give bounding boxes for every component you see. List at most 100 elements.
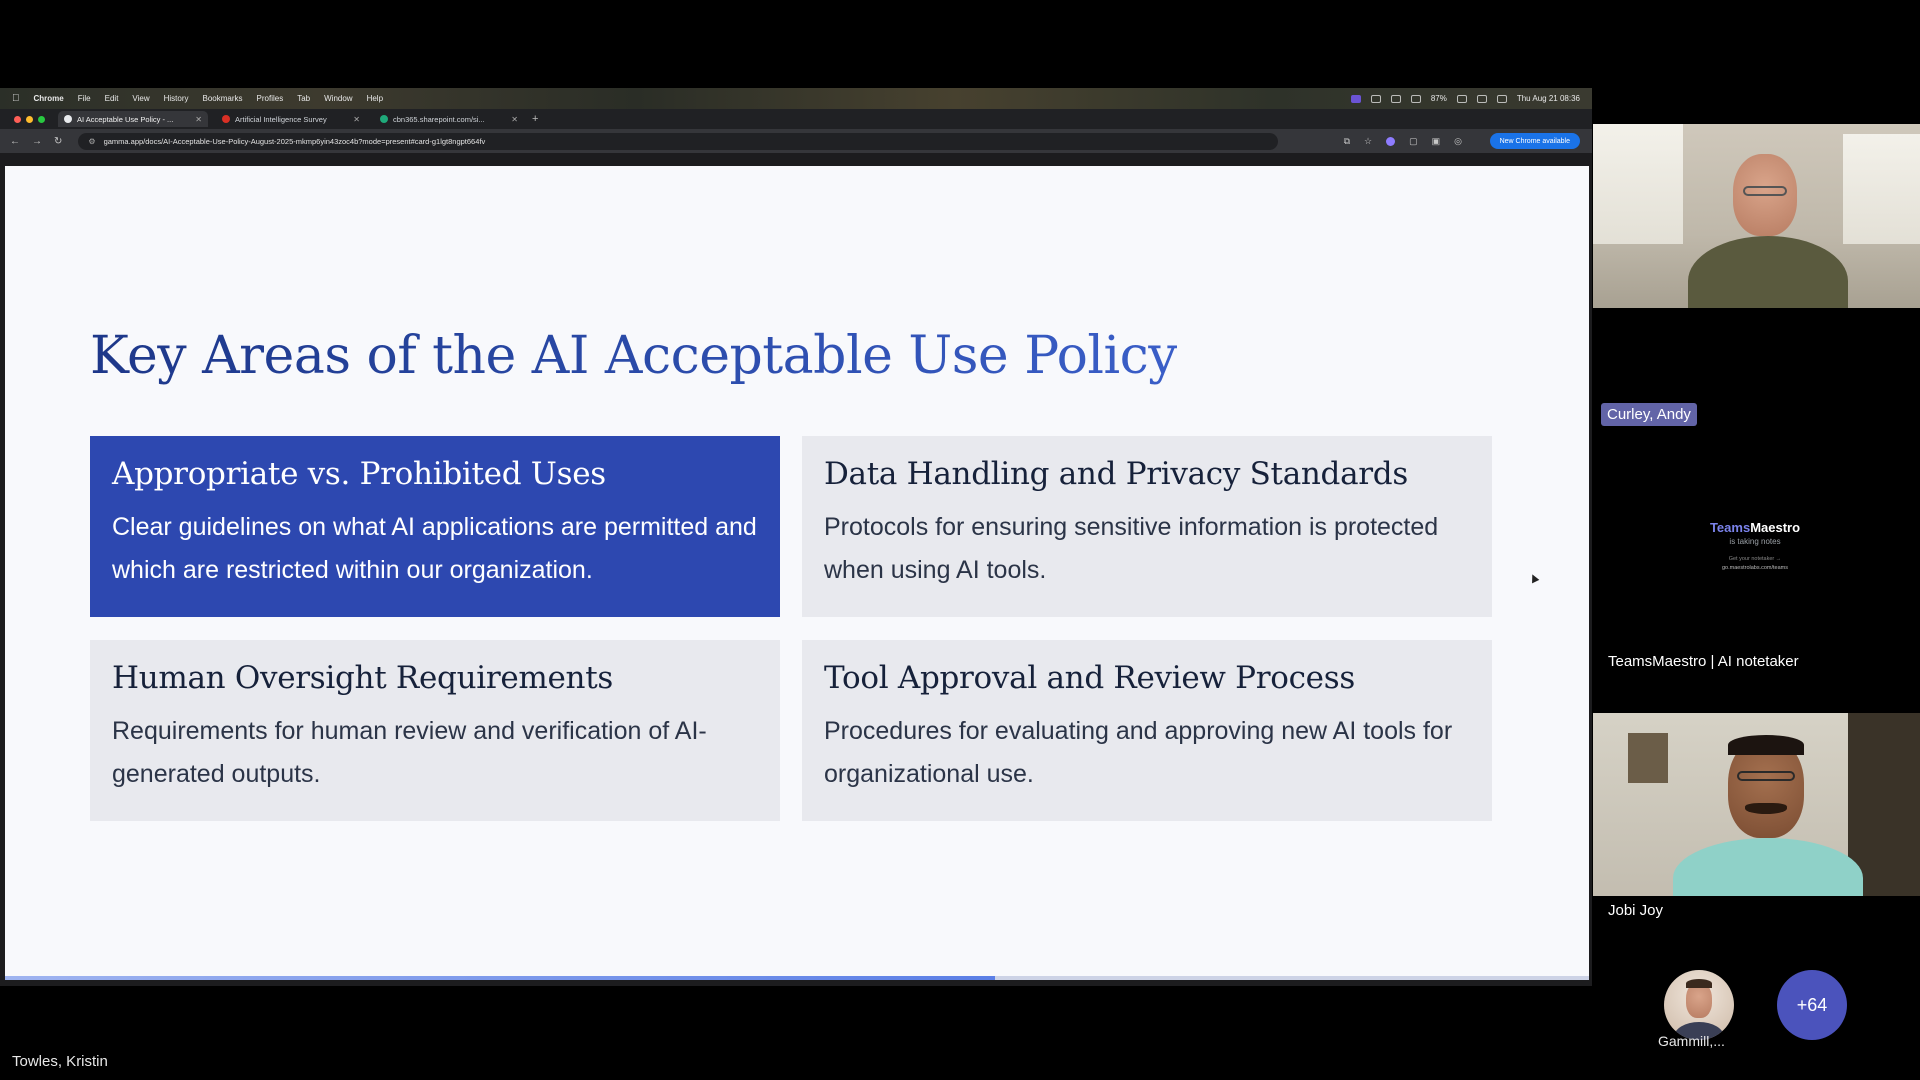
tab-close-icon[interactable]: ✕ <box>511 115 518 124</box>
address-bar[interactable]: ⚙ gamma.app/docs/AI-Acceptable-Use-Polic… <box>78 132 1279 150</box>
battery-percent: 87% <box>1430 94 1447 103</box>
mouse-cursor-icon <box>1528 572 1540 584</box>
new-tab-icon[interactable]: + <box>532 113 538 125</box>
back-arrow-icon[interactable]: ← <box>10 136 20 147</box>
close-window-button[interactable] <box>14 115 21 123</box>
menu-edit[interactable]: Edit <box>105 94 119 103</box>
chrome-update-label: New Chrome available <box>1499 137 1570 145</box>
browser-tab-survey[interactable]: Artificial Intelligence Survey ✕ <box>216 111 366 127</box>
volume-icon[interactable] <box>1410 94 1421 103</box>
background-window <box>1593 124 1683 244</box>
forward-arrow-icon[interactable]: → <box>32 136 42 147</box>
menu-view[interactable]: View <box>132 94 149 103</box>
screen-share-icon[interactable] <box>1350 94 1361 103</box>
mac-menu-bar:  Chrome File Edit View History Bookmark… <box>0 88 1592 109</box>
tab-label: cbn365.sharepoint.com/si... <box>393 114 485 124</box>
person-body <box>1673 838 1863 896</box>
card-heading: Tool Approval and Review Process <box>824 660 1355 696</box>
browser-tab-policy[interactable]: AI Acceptable Use Policy - ... ✕ <box>58 111 208 127</box>
extension-profile-icon[interactable] <box>1386 136 1396 146</box>
display-icon[interactable] <box>1390 94 1401 103</box>
presentation-slide: Key Areas of the AI Acceptable Use Polic… <box>5 166 1589 980</box>
card-human-oversight: Human Oversight Requirements Requirement… <box>90 640 780 821</box>
slide-progress-fill <box>5 976 995 980</box>
card-body: Protocols for ensuring sensitive informa… <box>824 513 1439 584</box>
notetaker-subtitle: is taking notes <box>1729 537 1781 546</box>
tab-label: Artificial Intelligence Survey <box>235 114 327 124</box>
brand-part-a: Teams <box>1709 520 1751 535</box>
menu-tab[interactable]: Tab <box>297 94 310 103</box>
participant-avatar-gammill[interactable] <box>1664 970 1734 1040</box>
spotlight-search-icon[interactable] <box>1496 94 1507 103</box>
glasses <box>1737 771 1795 781</box>
participant-name-gammill: Gammill,... <box>1658 1033 1725 1049</box>
menu-bar-tray: 87% Thu Aug 21 08:36 <box>1350 88 1580 109</box>
hair <box>1728 735 1804 755</box>
side-panel-icon[interactable]: ▣ <box>1432 136 1441 147</box>
menu-bar-clock[interactable]: Thu Aug 21 08:36 <box>1517 94 1580 103</box>
background-window <box>1843 134 1920 244</box>
video-tile-andy[interactable] <box>1593 124 1920 308</box>
notetaker-link[interactable]: go.maestrolabs.com/teams <box>1660 565 1850 571</box>
site-info-icon[interactable]: ⚙ <box>88 137 95 146</box>
gamma-favicon-icon <box>64 115 72 123</box>
menu-help[interactable]: Help <box>367 94 383 103</box>
glasses <box>1743 186 1787 196</box>
card-heading: Human Oversight Requirements <box>112 660 613 696</box>
notetaker-tile[interactable]: TeamsMaestro is taking notes Get your no… <box>1660 520 1850 571</box>
mustache <box>1745 803 1787 814</box>
card-appropriate-uses: Appropriate vs. Prohibited Uses Clear gu… <box>90 436 780 617</box>
card-body: Requirements for human review and verifi… <box>112 717 707 788</box>
menu-window[interactable]: Window <box>324 94 352 103</box>
menu-app-name[interactable]: Chrome <box>34 94 64 103</box>
forms-favicon-icon <box>222 115 230 123</box>
apple-icon[interactable]:  <box>12 93 20 104</box>
notetaker-line: Get your notetaker → <box>1728 556 1782 562</box>
more-participants-count: +64 <box>1796 994 1828 1015</box>
menu-history[interactable]: History <box>164 94 189 103</box>
wifi-icon[interactable] <box>1476 94 1487 103</box>
browser-toolbar: ← → ↻ ⚙ gamma.app/docs/AI-Acceptable-Use… <box>0 129 1592 153</box>
card-heading: Appropriate vs. Prohibited Uses <box>112 456 606 492</box>
tab-close-icon[interactable]: ✕ <box>195 115 202 124</box>
slide-progress-bar[interactable] <box>5 976 1589 980</box>
notetaker-brand: TeamsMaestro <box>1660 520 1850 535</box>
presenter-name: Towles, Kristin <box>12 1053 108 1070</box>
person-body <box>1688 236 1848 308</box>
tab-close-icon[interactable]: ✕ <box>353 115 360 124</box>
menu-file[interactable]: File <box>78 94 91 103</box>
reload-icon[interactable]: ↻ <box>54 136 62 147</box>
extension-icon[interactable] <box>1370 94 1381 103</box>
tab-label: AI Acceptable Use Policy - ... <box>77 114 174 124</box>
slide-title: Key Areas of the AI Acceptable Use Polic… <box>90 326 1178 386</box>
card-body: Clear guidelines on what AI applications… <box>112 513 757 584</box>
toolbar-actions: ⧉ ☆ ▢ ▣ ◎ <box>1344 129 1462 153</box>
participant-name-andy: Curley, Andy <box>1601 403 1697 426</box>
card-data-handling: Data Handling and Privacy Standards Prot… <box>802 436 1492 617</box>
profile-avatar-icon[interactable]: ◎ <box>1454 136 1462 147</box>
browser-tab-sharepoint[interactable]: cbn365.sharepoint.com/si... ✕ <box>374 111 524 127</box>
participant-name-jobi: Jobi Joy <box>1608 902 1664 919</box>
sharepoint-favicon-icon <box>380 115 388 123</box>
shared-screen:  Chrome File Edit View History Bookmark… <box>0 88 1592 986</box>
video-tile-jobi[interactable] <box>1593 713 1920 896</box>
chrome-update-button[interactable]: New Chrome available <box>1489 133 1580 149</box>
card-tool-approval: Tool Approval and Review Process Procedu… <box>802 640 1492 821</box>
bookmark-star-icon[interactable]: ☆ <box>1364 136 1372 147</box>
card-heading: Data Handling and Privacy Standards <box>824 456 1408 492</box>
address-bar-url: gamma.app/docs/AI-Acceptable-Use-Policy-… <box>103 136 486 146</box>
participant-name-notetaker: TeamsMaestro | AI notetaker <box>1608 653 1799 670</box>
browser-tab-strip: AI Acceptable Use Policy - ... ✕ Artific… <box>0 109 1592 129</box>
install-app-icon[interactable]: ⧉ <box>1344 136 1350 147</box>
more-participants-button[interactable]: +64 <box>1777 970 1847 1040</box>
hair <box>1686 979 1712 988</box>
menu-profiles[interactable]: Profiles <box>257 94 284 103</box>
battery-icon[interactable] <box>1456 94 1467 103</box>
picture-frame <box>1628 733 1668 783</box>
extensions-puzzle-icon[interactable]: ▢ <box>1409 136 1418 147</box>
brand-part-b: Maestro <box>1750 520 1801 535</box>
minimize-window-button[interactable] <box>26 115 33 123</box>
card-body: Procedures for evaluating and approving … <box>824 717 1453 788</box>
zoom-window-button[interactable] <box>38 115 45 123</box>
menu-bookmarks[interactable]: Bookmarks <box>203 94 243 103</box>
